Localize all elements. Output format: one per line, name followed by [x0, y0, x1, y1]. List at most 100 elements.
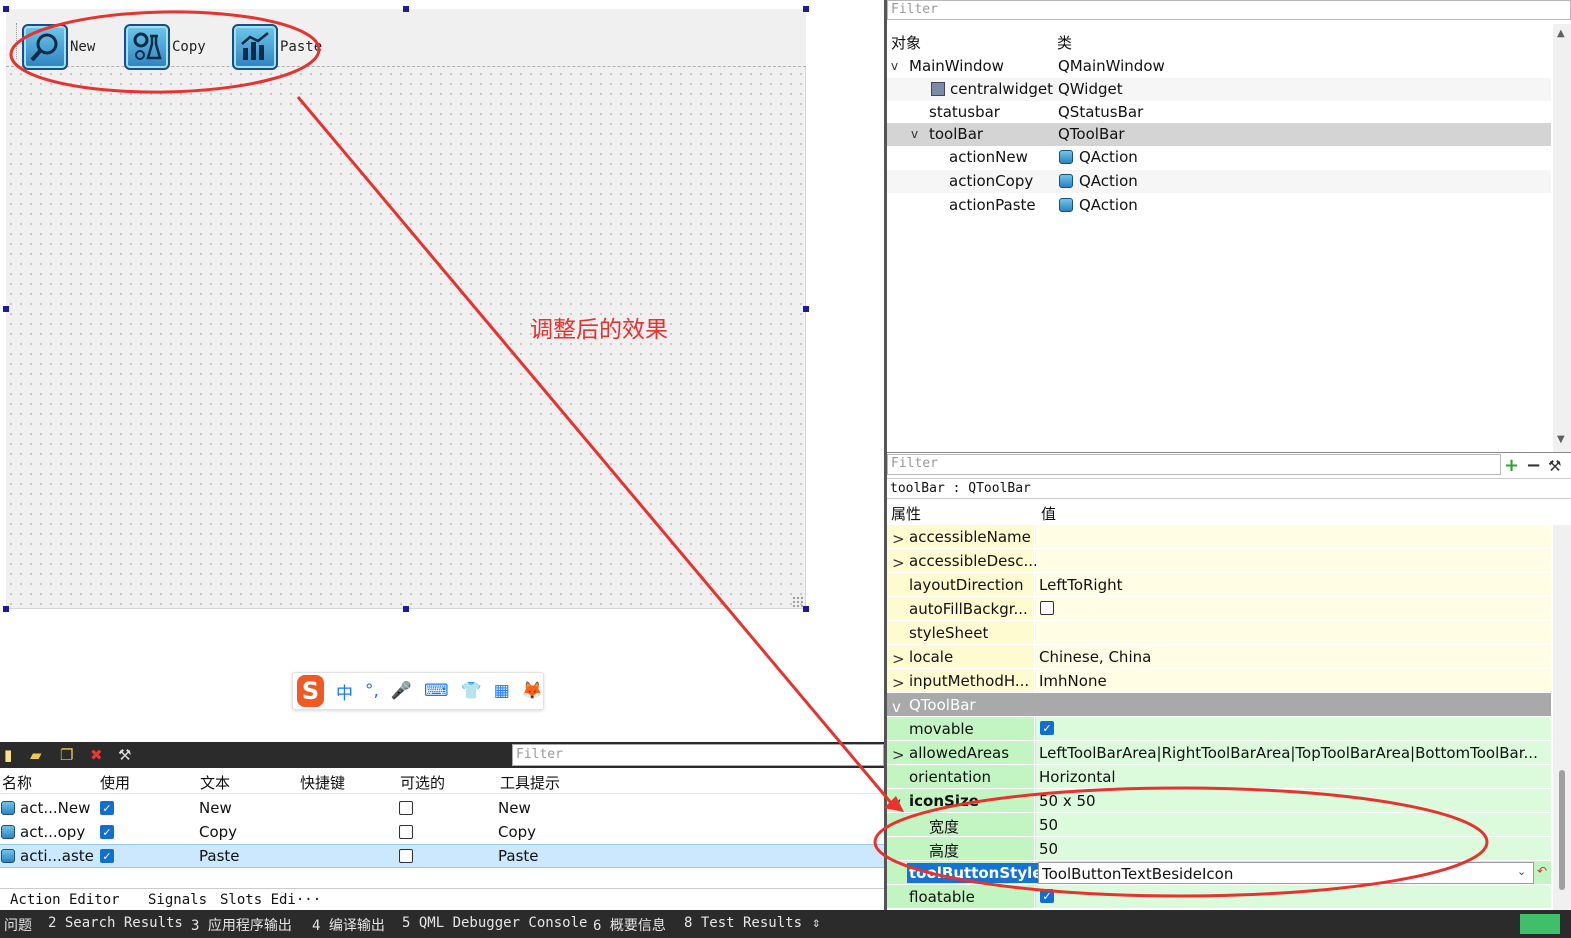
property-value[interactable]: ImhNone	[1039, 672, 1107, 690]
table-row[interactable]: act...New ✓ New New	[0, 796, 884, 820]
add-property-button[interactable]: +	[1504, 455, 1519, 476]
ime-punctuation-icon[interactable]: °,	[365, 681, 379, 701]
reset-property-icon[interactable]: ↶	[1537, 864, 1547, 878]
tree-row[interactable]: actionPaste QAction	[887, 194, 1551, 217]
resize-handle[interactable]	[3, 606, 9, 612]
tree-row[interactable]: centralwidget QWidget	[887, 78, 1551, 101]
ime-microphone-icon[interactable]: 🎤	[391, 681, 412, 701]
panel-divider[interactable]	[887, 452, 1571, 453]
checkable-checkbox[interactable]	[399, 801, 413, 815]
tree-row-selected[interactable]: v toolBar QToolBar	[887, 123, 1551, 146]
resize-handle[interactable]	[403, 606, 409, 612]
column-header[interactable]: 快捷键	[300, 772, 345, 793]
property-row[interactable]: > accessibleName	[887, 525, 1551, 549]
designer-canvas[interactable]: New Copy Paste 调整后的效果 S 中 °, 🎤 ⌨ 👕 ▦ 🦊	[0, 0, 884, 742]
property-value[interactable]: 50 x 50	[1039, 792, 1096, 810]
property-row[interactable]: > locale Chinese, China	[887, 645, 1551, 669]
tab-signals[interactable]: Signals	[148, 892, 207, 908]
property-row-selected[interactable]: toolButtonStyle ToolButtonTextBesideIcon…	[887, 861, 1551, 885]
property-row[interactable]: autoFillBackgr...	[887, 597, 1551, 621]
autofill-checkbox[interactable]	[1040, 601, 1054, 615]
pane-application-output[interactable]: 3 应用程序输出	[191, 915, 292, 935]
ime-keyboard-icon[interactable]: ⌨	[424, 681, 449, 701]
resize-handle[interactable]	[803, 6, 809, 12]
pane-general-messages[interactable]: 6 概要信息	[593, 915, 666, 935]
property-row[interactable]: 高度 50	[887, 837, 1551, 861]
used-checkbox[interactable]: ✓	[100, 801, 114, 815]
tree-row[interactable]: actionCopy QAction	[887, 170, 1551, 193]
expand-arrow-icon[interactable]: v	[892, 794, 901, 812]
object-filter-input[interactable]: Filter	[887, 0, 1571, 20]
ime-toolbox-icon[interactable]: ▦	[494, 681, 510, 701]
column-header[interactable]: 文本	[200, 772, 230, 793]
scroll-up-icon[interactable]: ▲	[1557, 28, 1565, 39]
ime-chinese-mode-icon[interactable]: 中	[336, 679, 353, 704]
toolbar-button-paste[interactable]: Paste	[232, 22, 322, 72]
table-row[interactable]: act...opy ✓ Copy Copy	[0, 820, 884, 844]
tab-slots-editor[interactable]: Slots Edi···	[220, 892, 321, 908]
copy-icon[interactable]: ❐	[60, 746, 73, 764]
property-row[interactable]: orientation Horizontal	[887, 765, 1551, 789]
property-value[interactable]: Horizontal	[1039, 768, 1116, 786]
action-filter-input[interactable]: Filter	[512, 744, 884, 766]
wrench-icon[interactable]: ⚒	[118, 746, 131, 764]
property-row[interactable]: > accessibleDesc...	[887, 549, 1551, 573]
expand-arrow-icon[interactable]: v	[892, 698, 901, 716]
ime-toolbar[interactable]: S 中 °, 🎤 ⌨ 👕 ▦ 🦊	[292, 672, 544, 710]
property-value[interactable]: 50	[1039, 816, 1058, 834]
floatable-checkbox[interactable]: ✓	[1040, 889, 1054, 903]
table-row-selected[interactable]: acti...aste ✓ Paste Paste	[0, 844, 884, 868]
pane-toggle-icon[interactable]: ⇕	[812, 915, 820, 931]
expand-arrow-icon[interactable]: >	[892, 554, 905, 572]
scrollbar-thumb[interactable]	[1559, 770, 1565, 890]
pane-search-results[interactable]: 2 Search Results	[48, 915, 183, 931]
property-row[interactable]: > allowedAreas LeftToolBarArea|RightToolB…	[887, 741, 1551, 765]
property-value[interactable]: 50	[1039, 840, 1058, 858]
property-editor-scrollbar[interactable]	[1553, 525, 1571, 910]
new-file-icon[interactable]: ▮	[4, 746, 12, 764]
used-checkbox[interactable]: ✓	[100, 849, 114, 863]
expand-arrow-icon[interactable]: >	[892, 530, 905, 548]
toolbar-button-new[interactable]: New	[22, 22, 95, 72]
resize-handle[interactable]	[403, 6, 409, 12]
property-row[interactable]: movable ✓	[887, 717, 1551, 741]
column-header-class[interactable]: 类	[1057, 32, 1072, 53]
column-header[interactable]: 使用	[100, 772, 130, 793]
open-folder-icon[interactable]: ▰	[30, 746, 42, 764]
property-value[interactable]: LeftToolBarArea|RightToolBarArea|TopTool…	[1039, 744, 1538, 762]
expand-arrow-icon[interactable]: v	[891, 59, 898, 73]
property-value[interactable]: Chinese, China	[1039, 648, 1151, 666]
tree-row[interactable]: actionNew QAction	[887, 146, 1551, 169]
pane-issues[interactable]: 问题	[4, 915, 32, 935]
column-header[interactable]: 工具提示	[500, 772, 560, 793]
column-header[interactable]: 名称	[2, 772, 32, 793]
property-row[interactable]: layoutDirection LeftToRight	[887, 573, 1551, 597]
tool-button-style-combo[interactable]: ToolButtonTextBesideIcon ⌄	[1038, 862, 1534, 884]
column-header-object[interactable]: 对象	[891, 32, 921, 53]
movable-checkbox[interactable]: ✓	[1040, 721, 1054, 735]
column-header-property[interactable]: 属性	[891, 503, 921, 524]
pane-test-results[interactable]: 8 Test Results	[684, 915, 802, 931]
property-row[interactable]: styleSheet	[887, 621, 1551, 645]
tab-action-editor[interactable]: Action Editor	[10, 892, 120, 908]
property-group-qtoolbar[interactable]: v QToolBar	[887, 693, 1551, 717]
tree-row[interactable]: statusbar QStatusBar	[887, 101, 1551, 124]
expand-arrow-icon[interactable]: v	[911, 127, 918, 141]
pane-qml-debugger[interactable]: 5 QML Debugger Console	[402, 915, 587, 931]
checkable-checkbox[interactable]	[399, 825, 413, 839]
property-row[interactable]: 宽度 50	[887, 813, 1551, 837]
property-row[interactable]: > inputMethodH... ImhNone	[887, 669, 1551, 693]
used-checkbox[interactable]: ✓	[100, 825, 114, 839]
main-window-form[interactable]	[6, 9, 806, 609]
expand-arrow-icon[interactable]: >	[892, 746, 905, 764]
column-header-value[interactable]: 值	[1041, 503, 1056, 524]
resize-handle[interactable]	[803, 606, 809, 612]
checkable-checkbox[interactable]	[399, 849, 413, 863]
ime-mascot-icon[interactable]: 🦊	[522, 681, 543, 701]
pane-compile-output[interactable]: 4 编译输出	[312, 915, 385, 935]
property-filter-input[interactable]: Filter	[887, 454, 1501, 475]
form-toolbar[interactable]: New Copy Paste	[6, 9, 806, 70]
scroll-down-icon[interactable]: ▼	[1557, 434, 1565, 445]
property-value[interactable]: LeftToRight	[1039, 576, 1123, 594]
sogou-logo[interactable]: S	[297, 675, 324, 707]
